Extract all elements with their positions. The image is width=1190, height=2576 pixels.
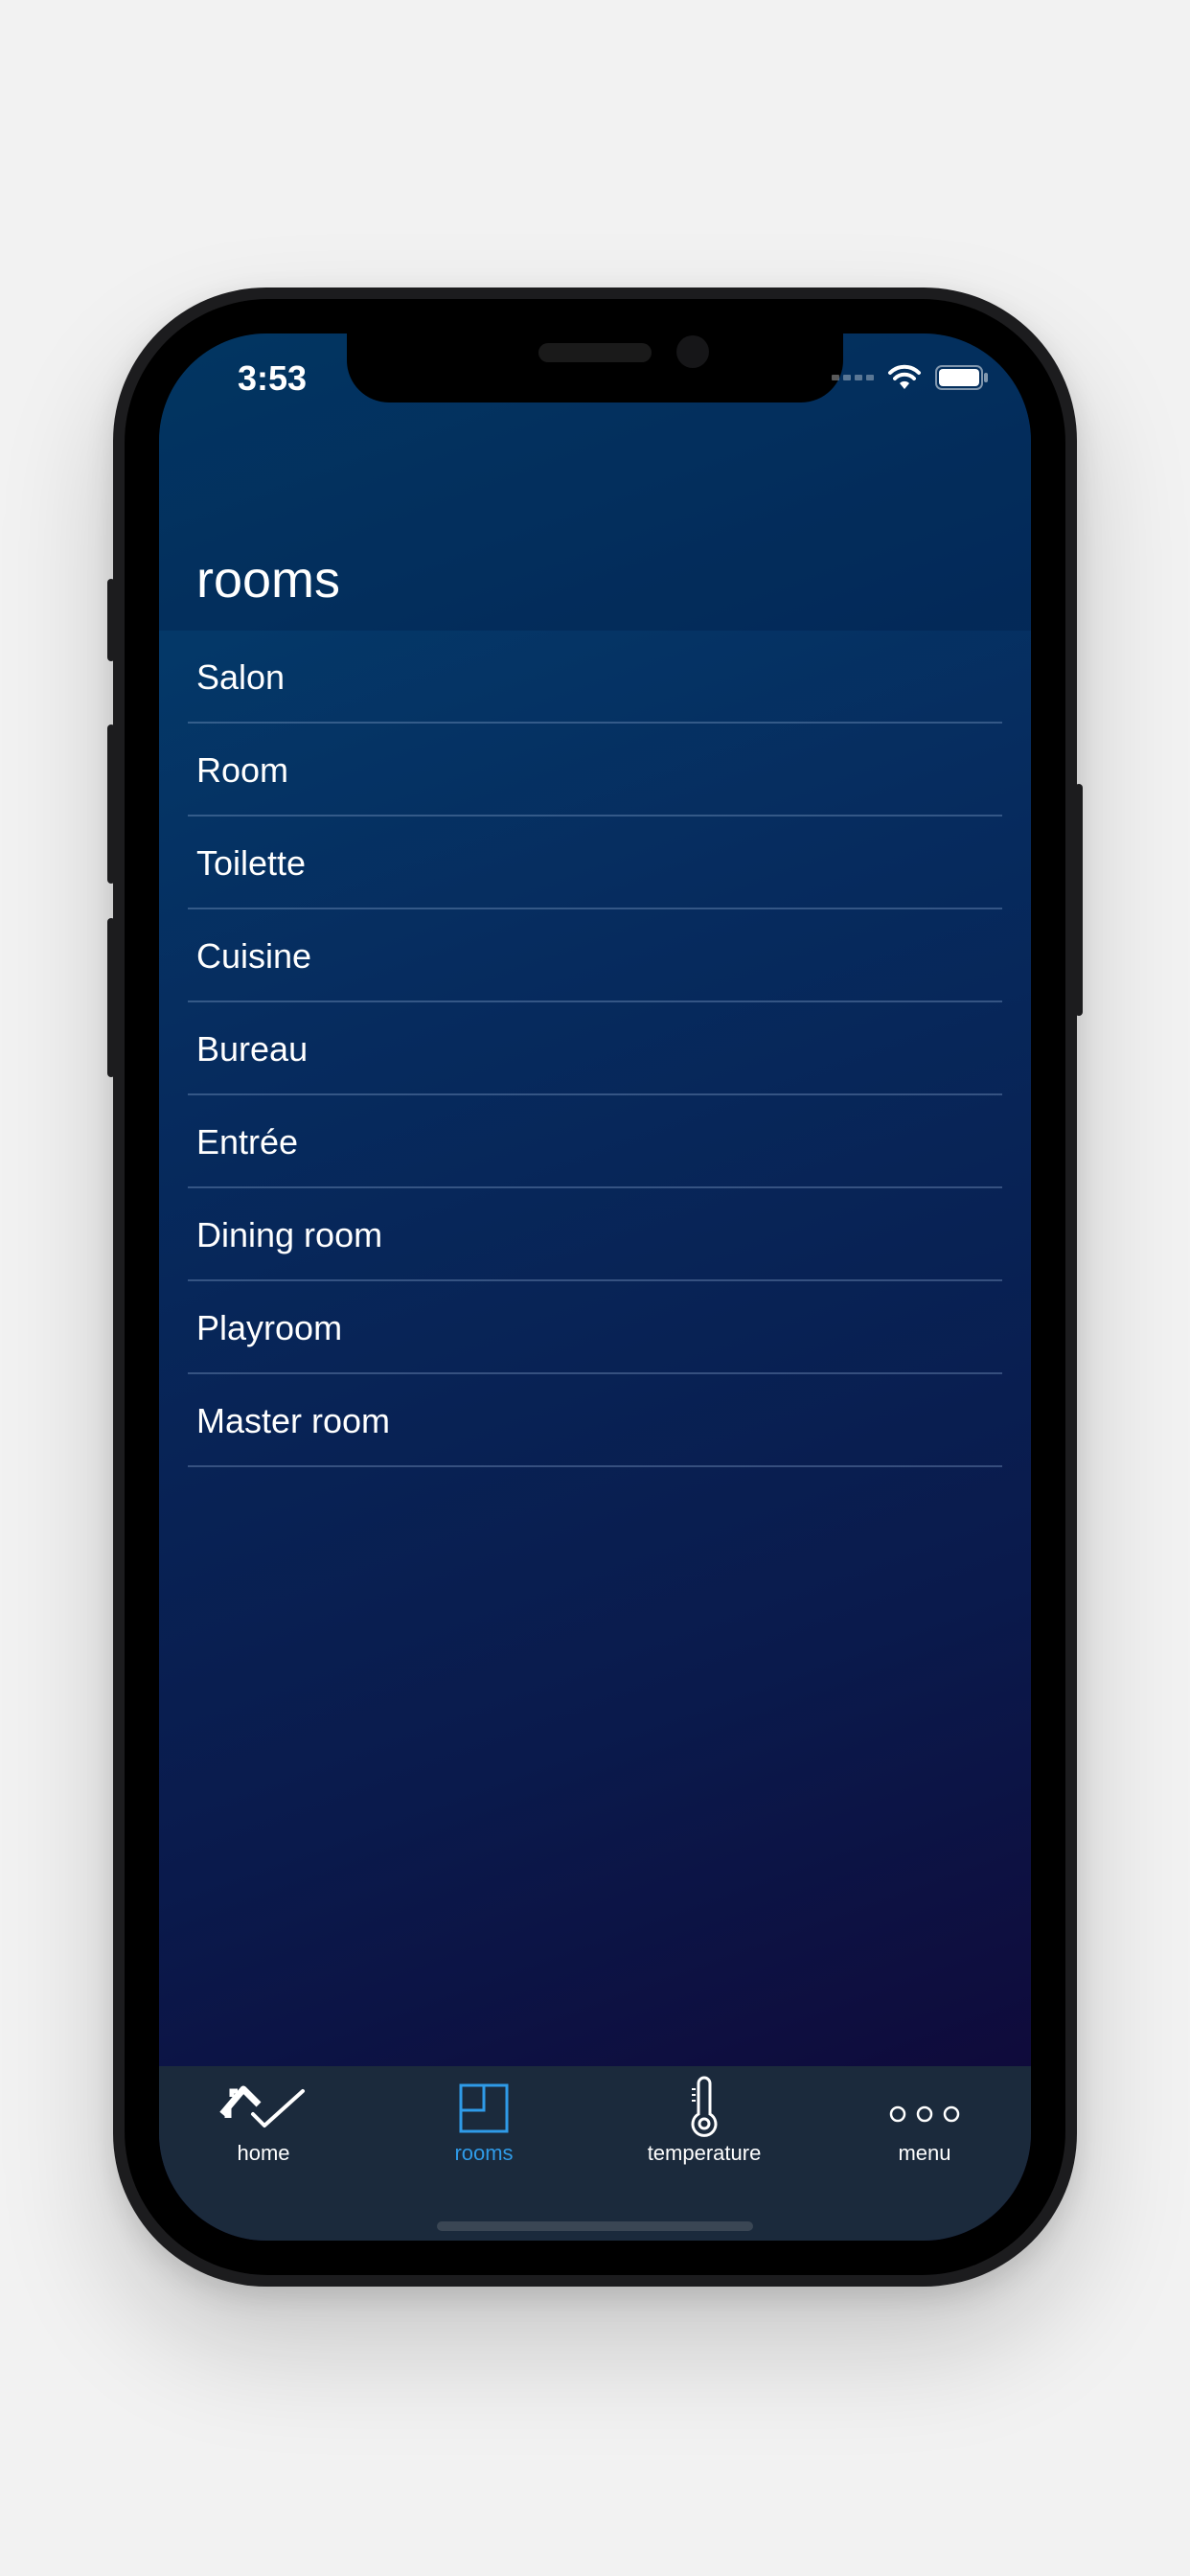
room-list: Salon Room Toilette Cuisine Bureau Entré…	[159, 631, 1031, 1467]
tab-home[interactable]: home	[168, 2076, 359, 2181]
more-dots-icon	[889, 2105, 960, 2123]
list-item[interactable]: Entrée	[188, 1095, 1002, 1188]
list-item[interactable]: Salon	[188, 631, 1002, 724]
battery-icon	[935, 365, 988, 390]
tab-label: rooms	[454, 2141, 514, 2165]
room-label: Playroom	[196, 1308, 343, 1347]
list-item[interactable]: Dining room	[188, 1188, 1002, 1281]
tab-label: home	[237, 2141, 290, 2165]
list-item[interactable]: Playroom	[188, 1281, 1002, 1374]
room-label: Cuisine	[196, 936, 312, 976]
room-label: Toilette	[196, 843, 307, 883]
room-label: Salon	[196, 657, 286, 697]
status-time: 3:53	[238, 358, 308, 398]
room-label: Room	[196, 750, 289, 790]
silent-switch	[107, 579, 115, 661]
tab-bar: home rooms temperature menu	[159, 2066, 1031, 2241]
app-screen: rooms 3:53 Salon Room Toilette Cuisine B…	[159, 334, 1031, 2241]
floorplan-icon	[459, 2083, 509, 2133]
tab-label: temperature	[647, 2141, 762, 2165]
page-title: rooms	[196, 551, 341, 609]
status-icons	[832, 364, 989, 391]
cellular-signal-icon	[832, 375, 874, 380]
room-label: Bureau	[196, 1029, 309, 1069]
volume-up-button	[107, 724, 115, 884]
tab-label: menu	[898, 2141, 951, 2165]
list-item[interactable]: Cuisine	[188, 909, 1002, 1002]
home-check-icon	[219, 2085, 305, 2128]
room-label: Master room	[196, 1401, 391, 1440]
volume-down-button	[107, 918, 115, 1077]
thermometer-icon	[691, 2076, 718, 2137]
tab-rooms[interactable]: rooms	[388, 2076, 580, 2181]
wifi-icon	[888, 364, 921, 389]
list-item[interactable]: Master room	[188, 1374, 1002, 1467]
room-label: Entrée	[196, 1122, 299, 1162]
tab-temperature[interactable]: temperature	[608, 2076, 800, 2181]
power-button	[1075, 784, 1083, 1016]
earpiece-speaker	[538, 343, 652, 362]
home-indicator[interactable]	[437, 2221, 753, 2231]
front-camera	[676, 335, 709, 368]
tab-menu[interactable]: menu	[829, 2076, 1020, 2181]
list-item[interactable]: Room	[188, 724, 1002, 816]
notch	[347, 334, 843, 402]
room-label: Dining room	[196, 1215, 383, 1254]
list-item[interactable]: Toilette	[188, 816, 1002, 909]
list-item[interactable]: Bureau	[188, 1002, 1002, 1095]
